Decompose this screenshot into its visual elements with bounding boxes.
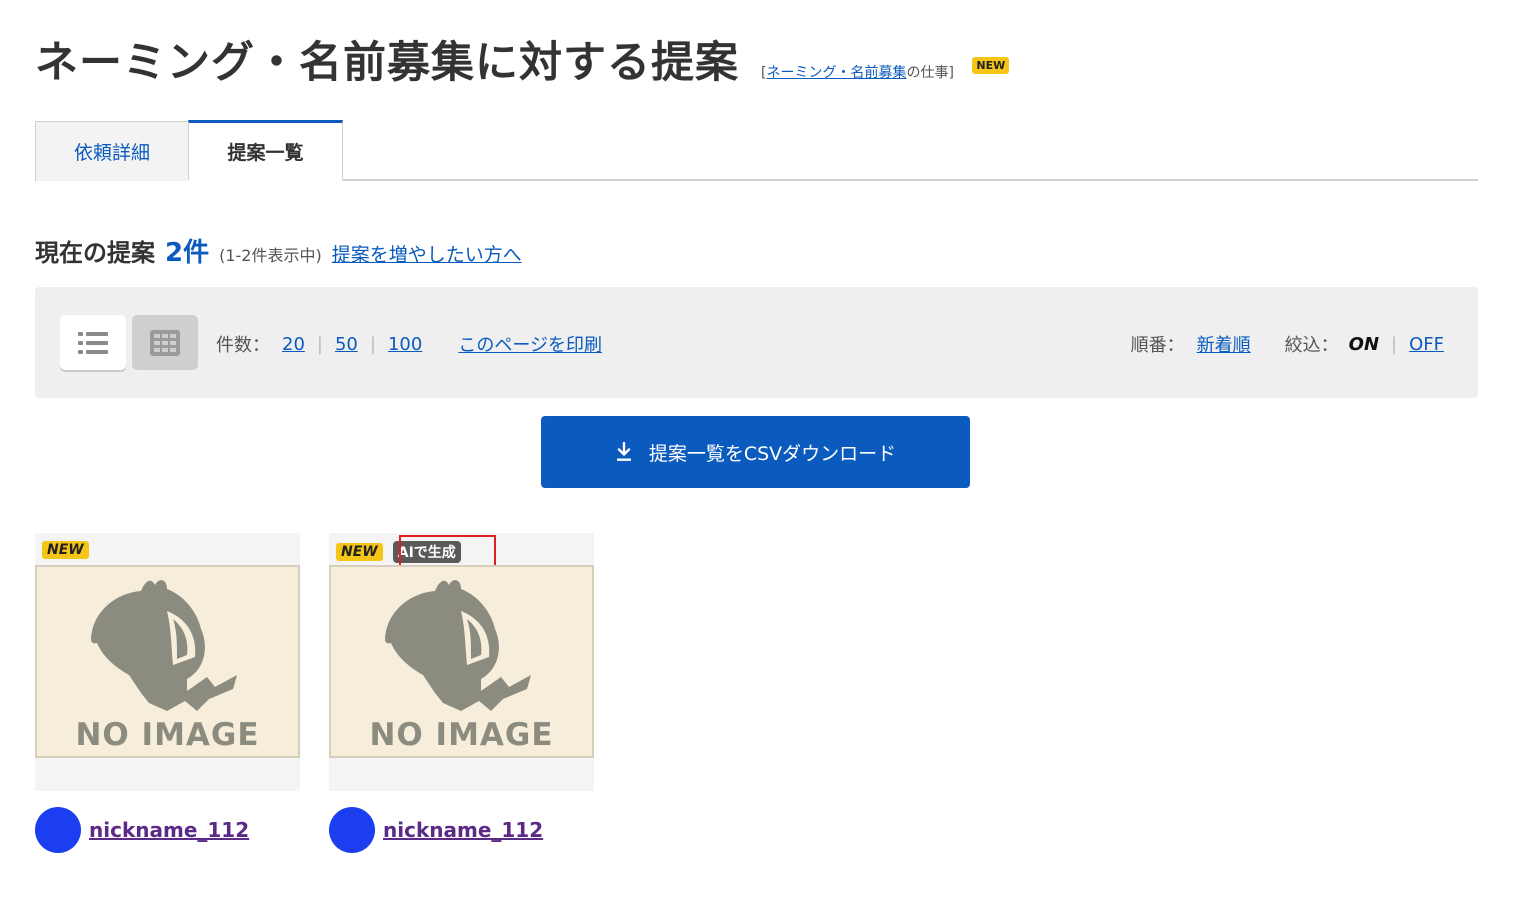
grid-icon — [150, 329, 180, 356]
author-name-link[interactable]: nickname_112 — [89, 818, 249, 842]
sort-filter-controls: 順番： 新着順 絞込： ON | OFF — [1131, 331, 1444, 357]
increase-proposals-link[interactable]: 提案を増やしたい方へ — [332, 240, 522, 267]
new-badge: NEW — [42, 541, 89, 559]
knight-placeholder-icon — [385, 580, 531, 711]
new-badge: NEW — [336, 543, 383, 561]
no-image-thumbnail[interactable]: NO IMAGE — [329, 565, 594, 758]
per-page-100[interactable]: 100 — [388, 334, 422, 355]
category-link[interactable]: ネーミング・名前募集 — [766, 65, 906, 81]
author-info: nickname_112 — [35, 807, 300, 853]
filter-label: 絞込： — [1284, 335, 1339, 356]
print-page-link[interactable]: このページを印刷 — [458, 331, 602, 357]
list-icon — [78, 331, 108, 354]
card-badges: NEW — [42, 541, 89, 559]
filter-off-link[interactable]: OFF — [1409, 334, 1444, 355]
card-badges: NEW AIで生成 — [336, 535, 496, 571]
per-page-20[interactable]: 20 — [282, 334, 305, 355]
new-badge: NEW — [972, 57, 1010, 74]
csv-download-button[interactable]: 提案一覧をCSVダウンロード — [541, 416, 970, 488]
tab-request-details[interactable]: 依頼詳細 — [35, 121, 189, 181]
no-image-thumbnail[interactable]: NO IMAGE — [35, 565, 300, 758]
summary-label: 現在の提案 — [35, 239, 155, 267]
proposal-card[interactable]: NEW AIで生成 NO IMAGE nickname_112 — [329, 533, 594, 853]
proposal-summary: 現在の提案 2件 (1-2件表示中) 提案を増やしたい方へ — [35, 232, 522, 269]
tab-proposal-list[interactable]: 提案一覧 — [188, 120, 343, 181]
per-page-controls: 件数： 20 | 50 | 100 このページを印刷 — [216, 331, 602, 357]
no-image-text: NO IMAGE — [369, 717, 554, 753]
proposal-card[interactable]: NEW NO IMAGE nickname_112 — [35, 533, 300, 853]
sort-newest-link[interactable]: 新着順 — [1197, 331, 1251, 357]
author-info: nickname_112 — [329, 807, 594, 853]
csv-download-label: 提案一覧をCSVダウンロード — [648, 442, 897, 465]
proposal-card-frame: NEW AIで生成 NO IMAGE — [329, 533, 594, 791]
proposal-count: 2件 — [165, 238, 210, 268]
page-title: ネーミング・名前募集に対する提案 — [35, 38, 739, 88]
list-toolbar: 件数： 20 | 50 | 100 このページを印刷 順番： 新着順 絞込： O… — [35, 287, 1478, 398]
avatar[interactable] — [329, 807, 375, 853]
category-suffix: の仕事] — [906, 65, 954, 81]
author-name-link[interactable]: nickname_112 — [383, 818, 543, 842]
download-icon — [616, 442, 631, 461]
proposal-card-frame: NEW NO IMAGE — [35, 533, 300, 791]
tab-bar: 依頼詳細 提案一覧 — [35, 120, 1478, 181]
grid-view-button[interactable] — [132, 315, 198, 370]
per-page-50[interactable]: 50 — [335, 334, 358, 355]
page-header: ネーミング・名前募集に対する提案 [ネーミング・名前募集の仕事] NEW — [35, 28, 1010, 90]
per-page-label: 件数： — [216, 335, 270, 356]
display-range: (1-2件表示中) — [219, 246, 322, 265]
no-image-text: NO IMAGE — [75, 717, 260, 753]
list-view-button[interactable] — [60, 315, 126, 370]
filter-on: ON — [1348, 333, 1380, 355]
avatar[interactable] — [35, 807, 81, 853]
sort-label: 順番： — [1130, 335, 1185, 356]
knight-placeholder-icon — [91, 580, 237, 711]
category-reference: [ネーミング・名前募集の仕事] NEW — [761, 57, 1010, 82]
